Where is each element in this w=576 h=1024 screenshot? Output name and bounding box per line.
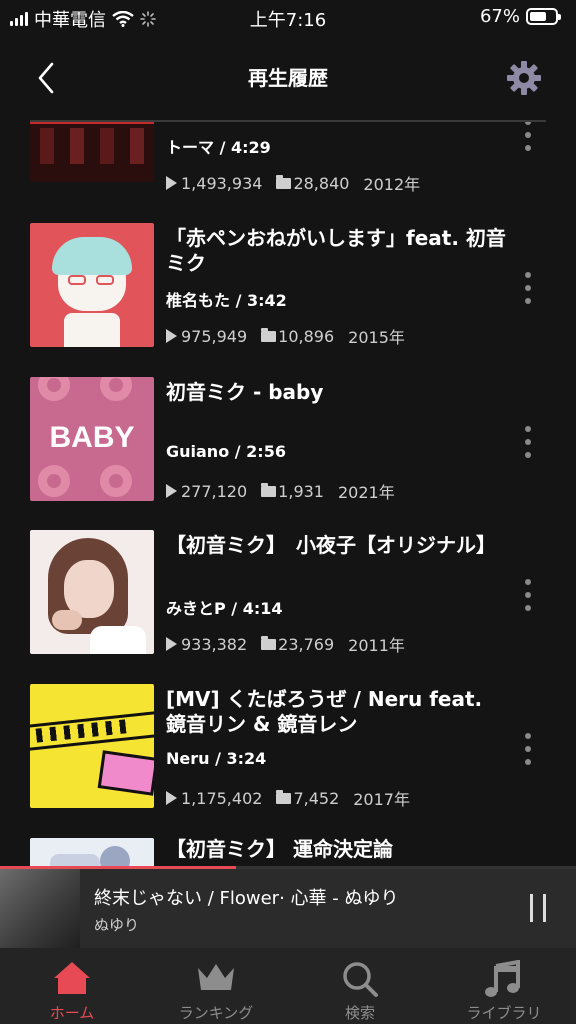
- song-title: 初音ミク - baby: [166, 380, 324, 404]
- header-divider: [30, 120, 546, 122]
- play-count: 1,493,934: [181, 173, 263, 193]
- song-title: 【初音ミク】 小夜子【オリジナル】: [166, 533, 496, 557]
- list-item[interactable]: 【初音ミク】 運命決定論: [0, 835, 576, 866]
- play-count: 277,120: [181, 481, 248, 501]
- tab-label: 検索: [344, 1004, 375, 1022]
- now-playing-artist: ぬゆり: [94, 916, 140, 934]
- battery-percent: 67%: [479, 6, 520, 27]
- tab-home[interactable]: ホーム: [0, 948, 144, 1024]
- thumbnail-image: [30, 122, 154, 182]
- artist-duration: 椎名もた / 3:42: [166, 291, 287, 310]
- thumbnail-image: BABY: [30, 377, 154, 501]
- release-year: 2011年: [348, 636, 405, 655]
- save-count: 1,931: [278, 481, 324, 501]
- playback-progress-fill: [0, 866, 237, 869]
- save-count: 10,896: [278, 326, 335, 346]
- play-count-icon: [166, 484, 177, 498]
- artist-duration: Neru / 3:24: [166, 749, 267, 768]
- tab-label: ライブラリ: [466, 1004, 542, 1022]
- more-options-button[interactable]: [516, 729, 540, 769]
- item-stats: 1,175,402 7,452 2017年: [166, 786, 410, 810]
- playback-progress-bar[interactable]: [0, 866, 576, 869]
- artist-duration: トーマ / 4:29: [166, 138, 271, 157]
- pause-icon-right-bar: [543, 894, 546, 922]
- header: 再生履歴: [0, 34, 576, 120]
- now-playing-artwork: [0, 869, 80, 948]
- music-note-icon: [485, 960, 520, 997]
- folder-icon: [261, 635, 277, 650]
- release-year: 2015年: [348, 328, 405, 347]
- crown-icon: [198, 964, 234, 990]
- item-stats: 975,949 10,896 2015年: [166, 324, 405, 348]
- play-count: 1,175,402: [181, 788, 263, 808]
- tab-library[interactable]: ライブラリ: [432, 948, 576, 1024]
- play-count: 933,382: [181, 634, 248, 654]
- status-right: 67%: [479, 6, 561, 27]
- item-stats: 933,382 23,769 2011年: [166, 632, 405, 656]
- item-stats: 1,493,934 28,840 2012年: [166, 171, 420, 195]
- song-title: [MV] くたばろうぜ / Neru feat. 鏡音リン & 鏡音レン: [166, 687, 483, 736]
- more-options-button[interactable]: [516, 575, 540, 615]
- tab-search[interactable]: 検索: [288, 948, 432, 1024]
- song-title: 「赤ペンおねがいします」feat. 初音ミク: [166, 226, 506, 275]
- page-title: 再生履歴: [248, 66, 328, 90]
- folder-icon: [276, 789, 292, 804]
- tab-bar: ホーム ランキング 検索 ライブラリ: [0, 948, 576, 1024]
- artist-duration: みきとP / 4:14: [166, 599, 283, 618]
- history-list[interactable]: トーマ / 4:29 1,493,934 28,840 2012年 「赤ペンおね…: [0, 122, 576, 866]
- tab-ranking[interactable]: ランキング: [144, 948, 288, 1024]
- play-count-icon: [166, 176, 177, 190]
- cover-text: BABY: [49, 421, 135, 454]
- tab-label: ホーム: [49, 1004, 95, 1022]
- save-count: 28,840: [293, 173, 350, 193]
- list-item[interactable]: トーマ / 4:29 1,493,934 28,840 2012年: [0, 122, 576, 194]
- play-count-icon: [166, 791, 177, 805]
- play-count: 975,949: [181, 326, 248, 346]
- battery-fill: [530, 12, 547, 21]
- folder-icon: [261, 482, 277, 497]
- more-options-button[interactable]: [516, 422, 540, 462]
- now-playing-title: 終末じゃない / Flower· 心華 - ぬゆり: [94, 888, 399, 909]
- now-playing-bar[interactable]: 終末じゃない / Flower· 心華 - ぬゆり ぬゆり: [0, 866, 576, 948]
- battery-icon: [526, 8, 561, 25]
- artist-duration: Guiano / 2:56: [166, 442, 286, 461]
- save-count: 7,452: [293, 788, 340, 808]
- tab-label: ランキング: [178, 1004, 254, 1022]
- list-item[interactable]: BABY 初音ミク - baby Guiano / 2:56 277,120 1…: [0, 374, 576, 504]
- item-stats: 277,120 1,931 2021年: [166, 479, 395, 503]
- release-year: 2012年: [363, 175, 421, 194]
- thumbnail-image: [30, 223, 154, 347]
- gear-icon: [507, 61, 541, 95]
- home-icon: [54, 962, 90, 994]
- pause-icon-left-bar: [530, 894, 533, 922]
- pause-button[interactable]: [530, 894, 546, 922]
- more-options-button[interactable]: [516, 268, 540, 308]
- song-title: 【初音ミク】 運命決定論: [166, 837, 393, 861]
- list-item[interactable]: 【初音ミク】 小夜子【オリジナル】 みきとP / 4:14 933,382 23…: [0, 527, 576, 657]
- thumbnail-image: [30, 530, 154, 654]
- folder-icon: [276, 174, 292, 189]
- save-count: 23,769: [278, 634, 335, 654]
- thumbnail-image: [30, 684, 154, 808]
- status-bar: 中華電信 上午7:16 67%: [0, 0, 576, 34]
- settings-button[interactable]: [504, 58, 544, 98]
- release-year: 2021年: [337, 483, 395, 502]
- play-count-icon: [166, 637, 177, 651]
- play-count-icon: [166, 329, 177, 343]
- search-icon: [343, 962, 378, 997]
- more-options-button[interactable]: [516, 122, 540, 155]
- list-item[interactable]: [MV] くたばろうぜ / Neru feat. 鏡音リン & 鏡音レン Ner…: [0, 681, 576, 811]
- folder-icon: [261, 327, 277, 342]
- release-year: 2017年: [353, 790, 410, 809]
- thumbnail-image: [30, 838, 154, 866]
- list-item[interactable]: 「赤ペンおねがいします」feat. 初音ミク 椎名もた / 3:42 975,9…: [0, 220, 576, 350]
